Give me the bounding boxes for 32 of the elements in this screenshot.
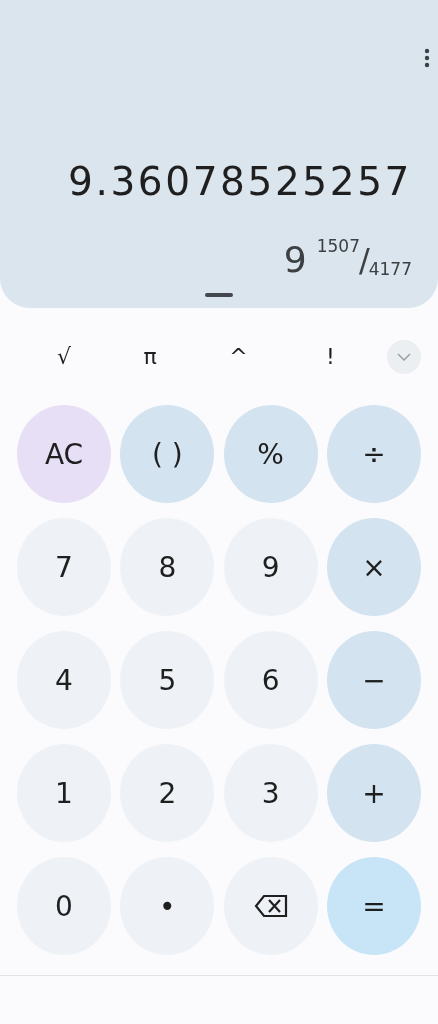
function-key[interactable]: ! bbox=[315, 340, 346, 373]
operator-key[interactable]: % bbox=[223, 405, 318, 503]
result-value: 9.36078525257 bbox=[67, 158, 412, 206]
digit-key[interactable]: 1 bbox=[17, 744, 111, 842]
digit-key[interactable]: 0 bbox=[17, 857, 111, 955]
digit-key[interactable]: 9 bbox=[223, 518, 318, 616]
fraction-denominator: 4177 bbox=[368, 259, 412, 280]
clear-key[interactable]: AC bbox=[17, 405, 111, 503]
digit-key[interactable]: 7 bbox=[17, 518, 111, 616]
digit-key[interactable]: 8 bbox=[120, 518, 215, 616]
digit-key[interactable]: 3 bbox=[223, 744, 318, 842]
backspace-icon bbox=[253, 894, 288, 918]
digit-key[interactable]: 6 bbox=[223, 631, 318, 729]
more-options-icon[interactable] bbox=[424, 48, 430, 68]
digit-key[interactable]: • bbox=[120, 857, 215, 955]
function-key[interactable]: √ bbox=[49, 340, 79, 373]
operator-key[interactable]: ÷ bbox=[326, 405, 421, 503]
drag-handle[interactable] bbox=[205, 293, 233, 297]
fraction-slash: / bbox=[358, 242, 370, 278]
function-key[interactable]: π bbox=[135, 340, 165, 373]
digit-key[interactable]: 5 bbox=[120, 631, 215, 729]
operator-key[interactable]: × bbox=[326, 518, 421, 616]
operator-key[interactable]: − bbox=[326, 631, 421, 729]
fraction-whole: 9 bbox=[283, 240, 307, 280]
digit-key[interactable]: 2 bbox=[120, 744, 215, 842]
equals-key[interactable]: = bbox=[326, 857, 421, 955]
digit-key[interactable]: 4 bbox=[17, 631, 111, 729]
chevron-down-icon bbox=[396, 352, 411, 361]
operator-key[interactable]: + bbox=[326, 744, 421, 842]
fraction-numerator: 1507 bbox=[316, 236, 360, 256]
operator-key[interactable]: ( ) bbox=[120, 405, 215, 503]
function-key[interactable]: ^ bbox=[223, 340, 254, 373]
